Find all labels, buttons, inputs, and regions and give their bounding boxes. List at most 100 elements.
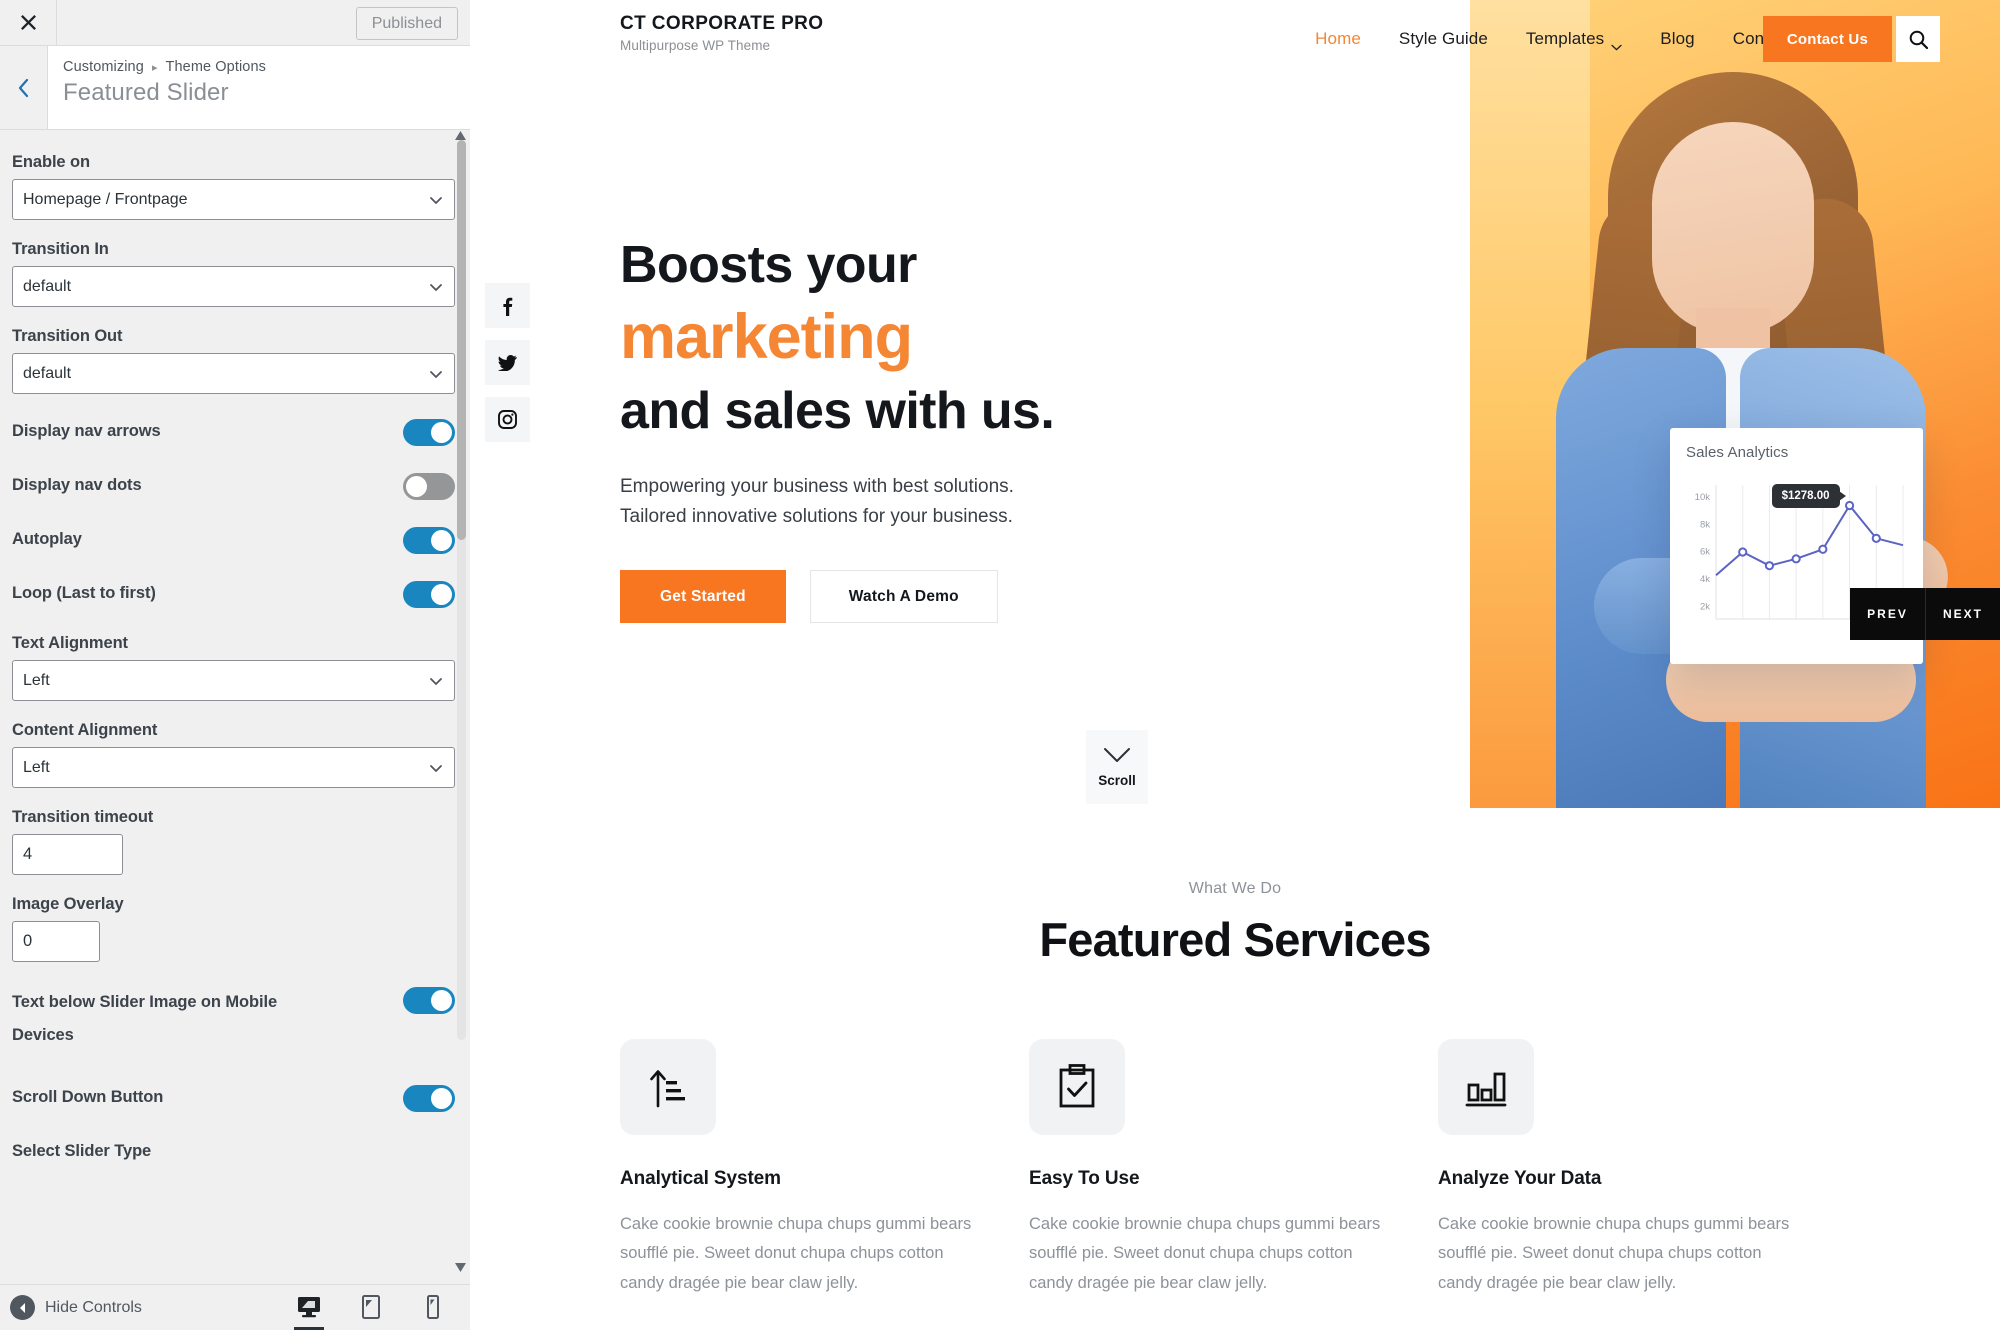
select-transition-in[interactable]: default	[12, 266, 455, 307]
facebook-icon[interactable]	[485, 283, 530, 328]
sidebar-scrollbar-thumb[interactable]	[457, 140, 466, 540]
toggle-knob	[431, 584, 452, 605]
get-started-button[interactable]: Get Started	[620, 570, 786, 624]
toggle-knob	[431, 530, 452, 551]
control-transition-in: Transition In default	[12, 240, 455, 307]
control-autoplay: Autoplay	[12, 526, 455, 554]
scroll-label: Scroll	[1098, 772, 1136, 788]
label-display-nav-dots: Display nav dots	[12, 476, 142, 494]
scroll-down-button[interactable]: Scroll	[1086, 730, 1148, 804]
label-display-nav-arrows: Display nav arrows	[12, 422, 161, 440]
label-scroll-down-button: Scroll Down Button	[12, 1088, 164, 1106]
toggle-display-nav-dots[interactable]	[403, 473, 455, 500]
instagram-icon[interactable]	[485, 397, 530, 442]
hero-title-line1: Boosts your	[620, 236, 917, 294]
select-enable-on[interactable]: Homepage / Frontpage	[12, 179, 455, 220]
service-card: Analyze Your Data Cake cookie brownie ch…	[1438, 1039, 1802, 1298]
slider-navigation: PREV NEXT	[1850, 588, 2000, 640]
services-eyebrow: What We Do	[1188, 880, 1282, 897]
site-brand[interactable]: CT CORPORATE PRO Multipurpose WP Theme	[620, 13, 823, 53]
twitter-icon[interactable]	[485, 340, 530, 385]
control-content-alignment: Content Alignment Left	[12, 721, 455, 788]
mobile-icon[interactable]	[414, 1284, 452, 1330]
control-loop: Loop (Last to first)	[12, 580, 455, 608]
toggle-loop[interactable]	[403, 581, 455, 608]
chevron-down-icon	[428, 673, 444, 689]
brand-title: CT CORPORATE PRO	[620, 13, 824, 34]
bar-chart-icon	[1438, 1039, 1534, 1135]
input-image-overlay[interactable]	[12, 921, 100, 962]
services-title: Featured Services	[1039, 913, 1431, 966]
hero-paragraph-line2: Tailored innovative solutions for your b…	[620, 506, 1013, 528]
breadcrumb-parent[interactable]: Theme Options	[166, 59, 266, 75]
hide-controls-label: Hide Controls	[45, 1298, 142, 1316]
select-transition-out[interactable]: default	[12, 353, 455, 394]
service-description: Cake cookie brownie chupa chups gummi be…	[1438, 1215, 1790, 1292]
service-card: Analytical System Cake cookie brownie ch…	[620, 1039, 984, 1298]
breadcrumb: Customizing ▸ Theme Options	[63, 59, 266, 75]
slider-prev-button[interactable]: PREV	[1850, 588, 1925, 640]
chevron-left-icon[interactable]	[0, 46, 48, 129]
site-header: CT CORPORATE PRO Multipurpose WP Theme H…	[470, 0, 2000, 78]
nav-item-home[interactable]: Home	[1315, 29, 1361, 49]
select-content-alignment[interactable]: Left	[12, 747, 455, 788]
search-icon[interactable]	[1896, 16, 1940, 62]
service-description: Cake cookie brownie chupa chups gummi be…	[620, 1215, 972, 1292]
chart-tooltip: $1278.00	[1771, 483, 1846, 508]
chevron-down-icon	[1104, 747, 1130, 762]
hero-copy: Boosts your marketing and sales with us.…	[620, 232, 1180, 624]
input-transition-timeout[interactable]	[12, 834, 123, 875]
control-select-slider-type: Select Slider Type	[12, 1142, 455, 1161]
close-icon[interactable]	[0, 0, 57, 45]
hero-paragraph-line1: Empowering your business with best solut…	[620, 476, 1014, 498]
collapse-icon	[10, 1295, 35, 1320]
hide-controls-button[interactable]: Hide Controls	[10, 1295, 142, 1320]
hero-title-line3: and sales with us.	[620, 381, 1055, 440]
svg-text:10k: 10k	[1695, 492, 1711, 503]
svg-text:8k: 8k	[1700, 519, 1710, 530]
select-text-alignment[interactable]: Left	[12, 660, 455, 701]
label-select-slider-type: Select Slider Type	[12, 1142, 152, 1160]
breadcrumb-separator-icon: ▸	[152, 62, 158, 74]
hero-title: Boosts your marketing and sales with us.	[620, 232, 1180, 444]
select-content-alignment-value: Left	[23, 758, 50, 776]
brand-subtitle: Multipurpose WP Theme	[620, 38, 771, 53]
label-transition-in: Transition In	[12, 240, 109, 258]
service-title: Analytical System	[620, 1168, 781, 1189]
chart-title: Sales Analytics	[1686, 444, 1789, 461]
select-transition-out-value: default	[23, 364, 72, 382]
device-preview-switcher	[290, 1284, 452, 1330]
main-navigation: Home Style Guide Templates Blog Contact	[1315, 0, 1792, 78]
breadcrumb-root[interactable]: Customizing	[63, 59, 144, 75]
service-description: Cake cookie brownie chupa chups gummi be…	[1029, 1215, 1381, 1292]
contact-us-button[interactable]: Contact Us	[1762, 16, 1892, 62]
slider-next-button[interactable]: NEXT	[1925, 588, 2000, 640]
toggle-display-nav-arrows[interactable]	[403, 419, 455, 446]
svg-text:2k: 2k	[1700, 601, 1710, 612]
services-grid: Analytical System Cake cookie brownie ch…	[470, 1039, 2000, 1298]
scroll-up-icon[interactable]	[454, 128, 467, 146]
featured-services-section: What We Do Featured Services Analytical …	[470, 880, 2000, 1298]
toggle-scroll-down-button[interactable]	[403, 1085, 455, 1112]
hero-title-accent: marketing	[620, 301, 913, 372]
watch-demo-button[interactable]: Watch A Demo	[809, 570, 998, 624]
desktop-icon[interactable]	[290, 1284, 328, 1330]
customizer-topbar: Published	[0, 0, 470, 46]
publish-button[interactable]: Published	[355, 7, 458, 40]
nav-item-blog[interactable]: Blog	[1660, 29, 1694, 49]
nav-item-style-guide[interactable]: Style Guide	[1399, 29, 1488, 49]
scroll-down-icon[interactable]	[454, 1260, 467, 1278]
label-image-overlay: Image Overlay	[12, 895, 124, 913]
nav-item-templates[interactable]: Templates	[1526, 29, 1622, 50]
label-content-alignment: Content Alignment	[12, 721, 158, 739]
select-enable-on-value: Homepage / Frontpage	[23, 190, 188, 208]
toggle-text-below-slider[interactable]	[403, 987, 455, 1014]
customizer-panel: Published Customizing ▸ Theme Options Fe…	[0, 0, 470, 1330]
svg-text:6k: 6k	[1700, 547, 1710, 558]
tablet-icon[interactable]	[352, 1284, 390, 1330]
control-transition-out: Transition Out default	[12, 327, 455, 394]
chevron-down-icon	[428, 279, 444, 295]
control-text-below-slider: Text below Slider Image on Mobile Device…	[12, 986, 455, 1052]
service-title: Analyze Your Data	[1438, 1168, 1602, 1189]
toggle-autoplay[interactable]	[403, 527, 455, 554]
